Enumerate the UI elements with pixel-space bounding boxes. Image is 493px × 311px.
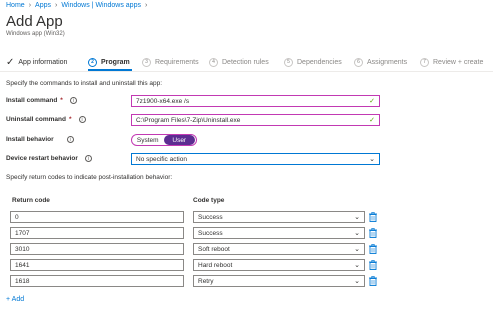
- chevron-down-icon: ⌄: [354, 278, 360, 285]
- install-command-input[interactable]: 7z1900-x64.exe /s ✓: [131, 95, 380, 107]
- add-return-code-link[interactable]: + Add: [6, 296, 24, 303]
- step-number-icon: 6: [354, 57, 363, 67]
- label-text: Install behavior: [6, 136, 54, 143]
- code-type-select[interactable]: Success ⌄: [193, 227, 365, 239]
- required-marker: *: [68, 116, 72, 123]
- chevron-down-icon: ⌄: [354, 214, 360, 221]
- step-number-icon: 4: [209, 57, 218, 67]
- wizard-steps: ✓ App information 2 Program 3 Requiremen…: [6, 55, 493, 69]
- tab-detection-rules[interactable]: 4 Detection rules: [209, 55, 269, 69]
- breadcrumb-separator-icon: ›: [28, 2, 32, 9]
- valid-check-icon: ✓: [369, 98, 375, 105]
- trash-icon[interactable]: [369, 260, 377, 270]
- code-type-select[interactable]: Retry ⌄: [193, 275, 365, 287]
- uninstall-command-input[interactable]: C:\Program Files\7-Zip\Uninstall.exe ✓: [131, 114, 380, 126]
- chevron-down-icon: ⌄: [369, 156, 375, 163]
- step-number-icon: 2: [88, 57, 97, 67]
- tab-review-create[interactable]: 7 Review + create: [420, 55, 483, 69]
- step-number-icon: 7: [420, 57, 429, 67]
- step-number-icon: 3: [142, 57, 151, 67]
- step-label: Detection rules: [222, 58, 269, 66]
- step-label: App information: [18, 58, 68, 66]
- toggle-option-user[interactable]: User: [163, 135, 195, 145]
- code-type-value: Soft reboot: [198, 245, 230, 253]
- install-command-value: 7z1900-x64.exe /s: [136, 97, 190, 105]
- checkmark-icon: ✓: [6, 56, 15, 68]
- code-type-select[interactable]: Hard reboot ⌄: [193, 259, 365, 271]
- breadcrumb-separator-icon: ›: [144, 2, 148, 9]
- breadcrumb-home[interactable]: Home: [6, 2, 25, 9]
- device-restart-label: Device restart behavior i: [6, 155, 92, 162]
- label-text: Install command: [6, 97, 58, 104]
- return-code-input[interactable]: 3010: [10, 243, 184, 255]
- step-label: Review + create: [433, 58, 484, 66]
- uninstall-command-label: Uninstall command * i: [6, 116, 86, 123]
- code-type-select[interactable]: Success ⌄: [193, 211, 365, 223]
- page-subtitle: Windows app (Win32): [6, 31, 65, 37]
- step-label: Program: [101, 58, 130, 66]
- required-marker: *: [60, 97, 63, 104]
- return-codes-instruction: Specify return codes to indicate post-in…: [6, 174, 173, 181]
- return-code-column-header: Return code: [12, 197, 50, 204]
- divider: [0, 71, 493, 72]
- return-code-input[interactable]: 1641: [10, 259, 184, 271]
- trash-icon[interactable]: [369, 212, 377, 222]
- tab-program[interactable]: 2 Program: [88, 55, 130, 69]
- step-number-icon: 5: [284, 57, 293, 67]
- tab-app-information[interactable]: ✓ App information: [6, 55, 67, 69]
- step-label: Dependencies: [297, 58, 342, 66]
- device-restart-value: No specific action: [136, 155, 187, 163]
- code-type-column-header: Code type: [193, 197, 225, 204]
- code-type-value: Retry: [198, 277, 214, 285]
- breadcrumb-apps[interactable]: Apps: [35, 2, 51, 9]
- breadcrumb: Home › Apps › Windows | Windows apps ›: [6, 2, 147, 9]
- chevron-down-icon: ⌄: [354, 262, 360, 269]
- code-type-value: Success: [198, 213, 223, 221]
- return-code-input[interactable]: 1618: [10, 275, 184, 287]
- tab-assignments[interactable]: 6 Assignments: [354, 55, 407, 69]
- label-text: Device restart behavior: [6, 155, 78, 162]
- info-icon[interactable]: i: [78, 116, 86, 123]
- breadcrumb-windows-apps[interactable]: Windows | Windows apps: [61, 2, 141, 9]
- install-behavior-label: Install behavior i: [6, 136, 74, 143]
- page-title: Add App: [6, 13, 63, 30]
- code-type-value: Hard reboot: [198, 261, 233, 269]
- trash-icon[interactable]: [369, 244, 377, 254]
- code-type-value: Success: [198, 229, 223, 237]
- commands-instruction: Specify the commands to install and unin…: [6, 80, 163, 87]
- install-behavior-toggle[interactable]: System User: [131, 134, 197, 146]
- info-icon[interactable]: i: [66, 136, 74, 143]
- info-icon[interactable]: i: [84, 155, 92, 162]
- return-code-input[interactable]: 0: [10, 211, 184, 223]
- valid-check-icon: ✓: [369, 117, 375, 124]
- trash-icon[interactable]: [369, 276, 377, 286]
- tab-dependencies[interactable]: 5 Dependencies: [284, 55, 342, 69]
- return-code-input[interactable]: 1707: [10, 227, 184, 239]
- info-icon[interactable]: i: [69, 97, 77, 104]
- trash-icon[interactable]: [369, 228, 377, 238]
- label-text: Uninstall command: [6, 116, 66, 123]
- step-label: Assignments: [367, 58, 408, 66]
- uninstall-command-value: C:\Program Files\7-Zip\Uninstall.exe: [136, 116, 241, 124]
- step-label: Requirements: [155, 58, 199, 66]
- breadcrumb-separator-icon: ›: [55, 2, 58, 9]
- code-type-select[interactable]: Soft reboot ⌄: [193, 243, 365, 255]
- chevron-down-icon: ⌄: [354, 246, 360, 253]
- tab-requirements[interactable]: 3 Requirements: [142, 55, 199, 69]
- chevron-down-icon: ⌄: [354, 230, 360, 237]
- install-command-label: Install command * i: [6, 97, 77, 104]
- device-restart-select[interactable]: No specific action ⌄: [131, 153, 380, 165]
- toggle-option-system[interactable]: System: [132, 137, 164, 144]
